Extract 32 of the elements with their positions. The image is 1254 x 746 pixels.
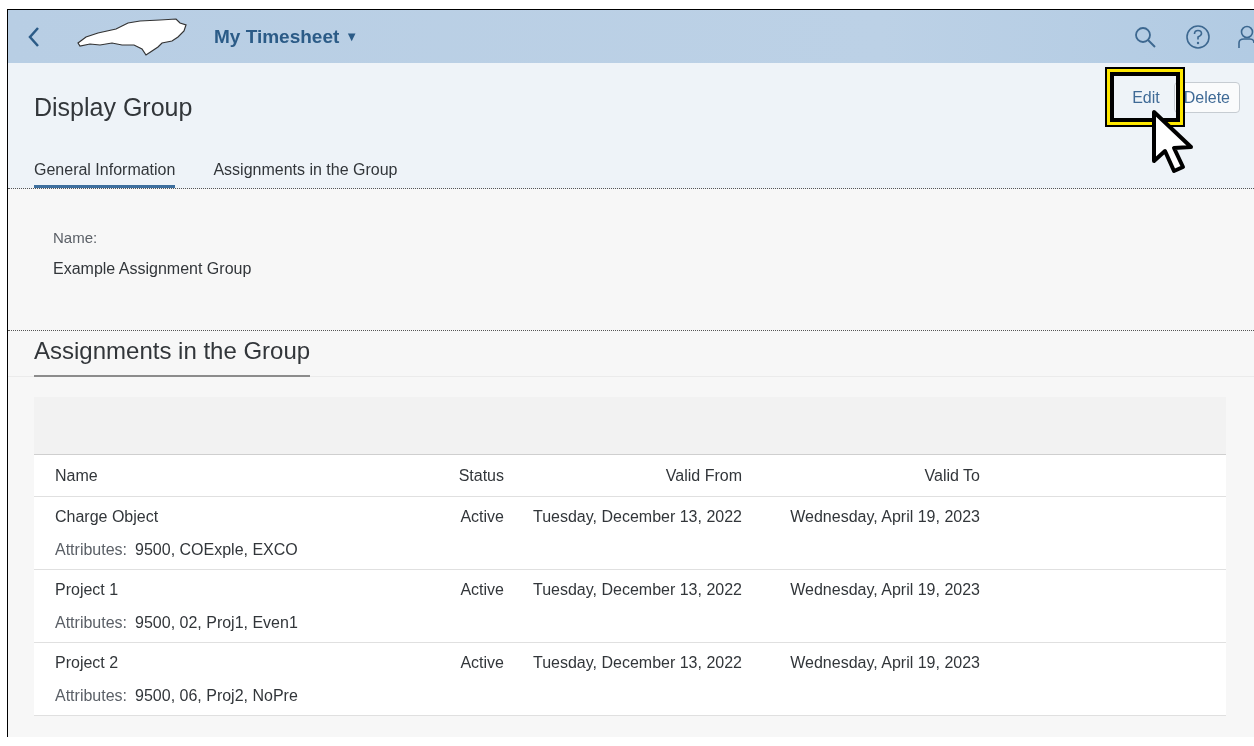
back-icon[interactable] bbox=[26, 25, 42, 48]
table-cell: Active bbox=[460, 508, 504, 525]
table-cell: Wednesday, April 19, 2023 bbox=[790, 654, 980, 671]
attributes-label: Attributes: bbox=[55, 687, 128, 705]
page-title: Display Group bbox=[34, 93, 193, 122]
attributes-label: Attributes: bbox=[55, 614, 128, 632]
column-header: Valid To bbox=[924, 466, 980, 484]
table-cell: Project 1 bbox=[55, 581, 119, 598]
table-cell: Project 2 bbox=[55, 654, 119, 671]
field-label: Name: bbox=[53, 229, 99, 246]
table-cell: Wednesday, April 19, 2023 bbox=[790, 581, 980, 598]
app-title-menu[interactable]: My Timesheet ▼ bbox=[214, 25, 359, 48]
help-icon[interactable] bbox=[1185, 23, 1211, 50]
table-cell: Active bbox=[460, 654, 504, 671]
table-cell: Charge Object bbox=[55, 508, 159, 525]
section-title: Assignments in the Group bbox=[34, 331, 311, 377]
column-header: Valid From bbox=[665, 466, 742, 484]
field-value: Example Assignment Group bbox=[53, 260, 253, 278]
column-header: Name bbox=[55, 466, 98, 484]
attributes-value: 9500, 06, Proj2, NoPre bbox=[135, 687, 298, 705]
tab[interactable]: General Information bbox=[34, 155, 176, 188]
table-cell: Tuesday, December 13, 2022 bbox=[533, 581, 742, 598]
user-icon[interactable] bbox=[1238, 23, 1254, 50]
table-cell: Tuesday, December 13, 2022 bbox=[533, 508, 742, 525]
table-cell: Wednesday, April 19, 2023 bbox=[790, 508, 980, 525]
table-cell: Tuesday, December 13, 2022 bbox=[533, 654, 742, 671]
table-cell: Active bbox=[460, 581, 504, 598]
attributes-value: 9500, 02, Proj1, Even1 bbox=[135, 614, 298, 632]
tab[interactable]: Assignments in the Group bbox=[213, 155, 398, 188]
column-header: Status bbox=[458, 466, 504, 484]
attributes-label: Attributes: bbox=[55, 541, 128, 559]
attributes-value: 9500, COExple, EXCO bbox=[135, 541, 298, 559]
